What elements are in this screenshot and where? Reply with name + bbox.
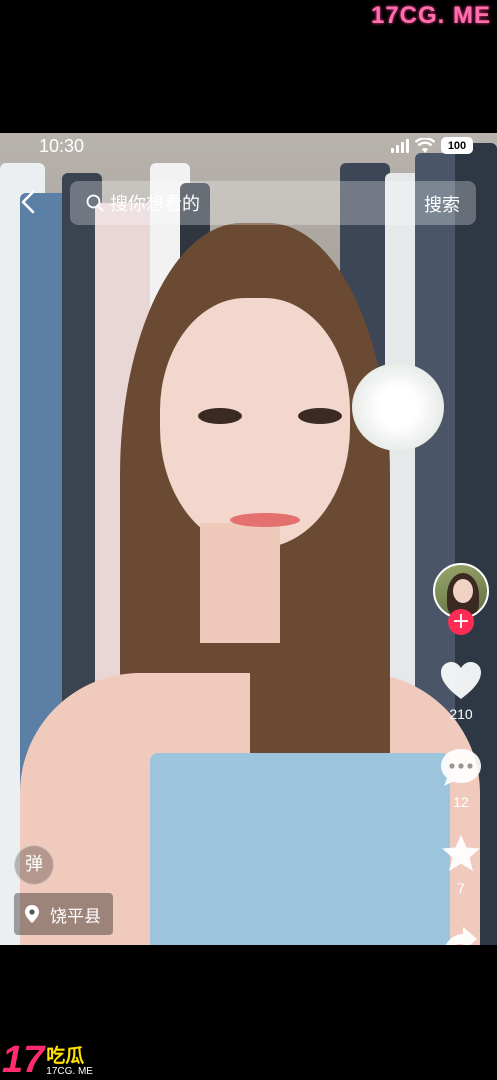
search-input[interactable]: 搜你想看的 搜索: [70, 181, 476, 225]
status-bar: 10:30 100: [0, 133, 497, 161]
hair-flower: [352, 363, 444, 451]
watermark-domain: 17CG. ME: [46, 1066, 93, 1077]
location-pin-icon: [25, 905, 39, 923]
favorite-button[interactable]: 7: [431, 833, 491, 896]
wifi-icon: [415, 137, 435, 153]
search-button[interactable]: 搜索: [424, 191, 460, 217]
location-label: 饶平县: [50, 906, 101, 927]
search-bar: 搜你想看的 搜索: [0, 181, 497, 225]
like-count: 210: [449, 706, 473, 722]
comment-button[interactable]: 12: [431, 747, 491, 810]
battery-icon: 100: [441, 137, 473, 154]
favorite-count: 7: [457, 880, 465, 896]
watermark-cn: 吃瓜: [46, 1045, 85, 1067]
share-button[interactable]: [431, 925, 491, 945]
location-tag[interactable]: 饶平县: [14, 893, 113, 935]
danmu-toggle-button[interactable]: 弹: [14, 845, 54, 885]
watermark-number: 17: [2, 1039, 45, 1080]
follow-button[interactable]: +: [448, 609, 474, 635]
search-placeholder: 搜你想看的: [110, 194, 200, 215]
comment-count: 12: [453, 794, 469, 810]
star-icon: [442, 835, 480, 871]
video-screen[interactable]: 10:30 100 搜你想看的 搜索 + 210 12 7 弹 饶平县: [0, 133, 497, 945]
share-icon: [445, 927, 477, 945]
signal-icon: [391, 138, 409, 153]
watermark-top: 17CG. ME: [370, 2, 491, 29]
video-subject: [0, 223, 497, 945]
search-icon: [86, 194, 104, 212]
comment-icon: [441, 749, 481, 786]
like-button[interactable]: 210: [431, 661, 491, 722]
watermark-bottom: 17 吃瓜 17CG. ME: [2, 1039, 93, 1080]
status-time: 10:30: [39, 136, 85, 156]
heart-icon: [441, 662, 481, 699]
back-icon[interactable]: [14, 187, 44, 217]
